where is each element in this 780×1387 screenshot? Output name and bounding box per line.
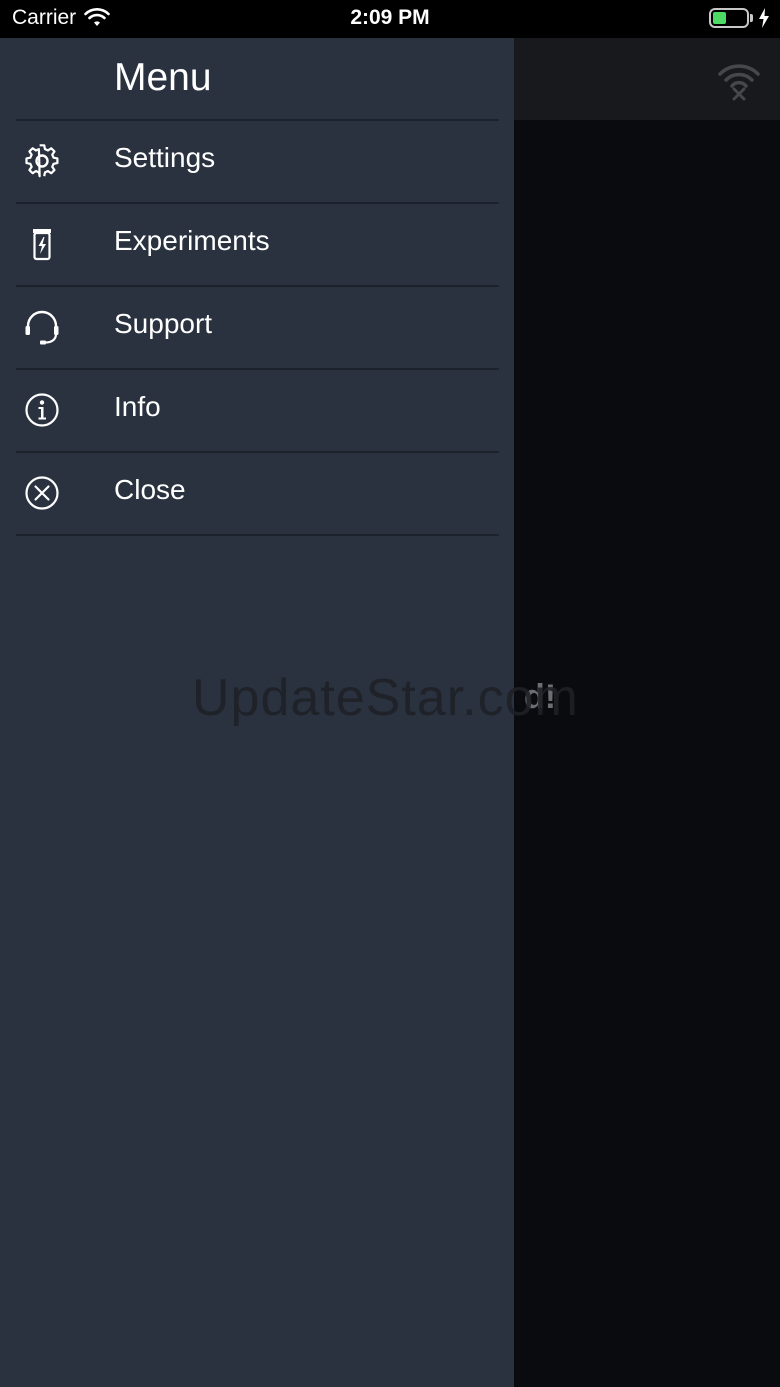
- battery-icon: [709, 8, 749, 28]
- battery-indicator: [709, 8, 770, 28]
- menu-item-support[interactable]: Support: [0, 287, 514, 368]
- info-icon: [25, 393, 59, 427]
- menu-item-label: Experiments: [114, 225, 270, 256]
- experiment-tube-icon: [33, 229, 51, 261]
- status-bar: Carrier 2:09 PM: [0, 0, 780, 38]
- battery-level: [713, 12, 726, 24]
- close-circle-icon: [25, 476, 59, 510]
- menu-divider: [16, 534, 499, 536]
- menu-item-close[interactable]: Close: [0, 453, 514, 534]
- wifi-off-icon[interactable]: [716, 58, 762, 102]
- headset-icon: [25, 310, 59, 345]
- menu-title: Menu: [114, 56, 212, 99]
- menu-item-info[interactable]: Info: [0, 370, 514, 451]
- charging-bolt-icon: [759, 8, 769, 28]
- menu-item-label: Settings: [114, 142, 216, 173]
- battery-tip: [750, 14, 753, 22]
- watermark: UpdateStar.com: [192, 669, 579, 727]
- menu-item-experiments[interactable]: Experiments: [0, 204, 514, 285]
- gear-icon: [25, 144, 59, 178]
- menu-item-label: Info: [114, 391, 161, 422]
- menu-item-label: Close: [114, 474, 186, 505]
- app-screen: Carrier 2:09 PM 0: [0, 0, 780, 1387]
- menu-item-label: Support: [114, 308, 213, 339]
- menu-item-settings[interactable]: Settings: [0, 121, 514, 202]
- clock: 2:09 PM: [350, 6, 430, 29]
